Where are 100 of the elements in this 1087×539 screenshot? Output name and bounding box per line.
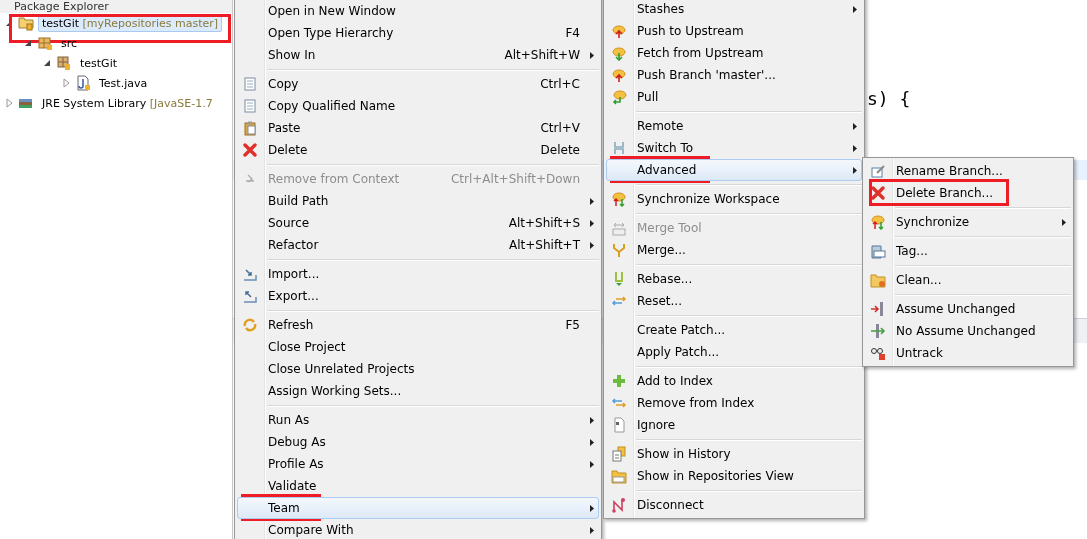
submenu-arrow-icon: [853, 122, 857, 130]
menu-item[interactable]: Delete Branch...: [865, 182, 1071, 204]
menu-item[interactable]: Open Type Hierarchy F4: [237, 22, 599, 44]
menu-item[interactable]: Rename Branch...: [865, 160, 1071, 182]
menu-item[interactable]: Pull: [606, 86, 862, 108]
cloud-down-icon: [611, 45, 627, 61]
export-icon: [242, 288, 258, 304]
menu-item[interactable]: Ignore: [606, 414, 862, 436]
menu-item[interactable]: Synchronize Workspace: [606, 188, 862, 210]
switch-icon: [611, 140, 627, 156]
tree-item[interactable]: Test.java: [95, 74, 152, 92]
clipboard-icon: [242, 120, 258, 136]
menu-item[interactable]: Debug As: [237, 431, 599, 453]
cross-icon: [242, 142, 258, 158]
menu-item[interactable]: Untrack: [865, 342, 1071, 364]
menu-item[interactable]: Paste Ctrl+V: [237, 117, 599, 139]
menu-item[interactable]: Merge...: [606, 239, 862, 261]
menu-item[interactable]: Export...: [237, 285, 599, 307]
tag-icon: [870, 243, 886, 259]
menu-item[interactable]: Show in Repositories View: [606, 465, 862, 487]
collapse-arrow-icon[interactable]: [23, 38, 33, 48]
package-icon: [56, 55, 72, 71]
sync-icon: [611, 191, 627, 207]
code-text: s) {: [867, 88, 911, 109]
cross-icon: [870, 185, 886, 201]
menu-item[interactable]: Add to Index: [606, 370, 862, 392]
folder-icon: [870, 272, 886, 288]
menu-item[interactable]: Rebase...: [606, 268, 862, 290]
arrow-bar-icon: [870, 301, 886, 317]
git-folder-icon: [611, 468, 627, 484]
menu-item[interactable]: Push to Upstream: [606, 20, 862, 42]
merge-icon: [611, 242, 627, 258]
submenu-arrow-icon: [853, 144, 857, 152]
menu-item[interactable]: Show in History: [606, 443, 862, 465]
submenu-arrow-icon: [590, 416, 594, 424]
glasses-icon: [870, 345, 886, 361]
menu-item[interactable]: Disconnect: [606, 494, 862, 516]
submenu-arrow-icon: [853, 5, 857, 13]
menu-item[interactable]: Apply Patch...: [606, 341, 862, 363]
menu-item[interactable]: Reset...: [606, 290, 862, 312]
tree-item[interactable]: JRE System Library [JavaSE-1.7: [38, 94, 217, 112]
merge-tool-icon: [611, 220, 627, 236]
menu-item[interactable]: Validate: [237, 475, 599, 497]
menu-item[interactable]: Switch To: [606, 137, 862, 159]
package-folder-icon: [37, 35, 53, 51]
menu-item[interactable]: Team: [237, 497, 599, 519]
menu-item[interactable]: Assign Working Sets...: [237, 380, 599, 402]
submenu-arrow-icon: [590, 241, 594, 249]
expand-arrow-icon[interactable]: [61, 78, 71, 88]
tree-item[interactable]: testGit: [76, 54, 122, 72]
menu-item[interactable]: Refactor Alt+Shift+T: [237, 234, 599, 256]
menu-item[interactable]: Profile As: [237, 453, 599, 475]
menu-item[interactable]: Remove from Index: [606, 392, 862, 414]
menu-item[interactable]: Push Branch 'master'...: [606, 64, 862, 86]
menu-item[interactable]: Remote: [606, 115, 862, 137]
menu-item[interactable]: Clean...: [865, 269, 1071, 291]
menu-item[interactable]: Create Patch...: [606, 319, 862, 341]
menu-item[interactable]: Delete Delete: [237, 139, 599, 161]
sync-icon: [870, 214, 886, 230]
menu-item[interactable]: Assume Unchanged: [865, 298, 1071, 320]
menu-item[interactable]: Source Alt+Shift+S: [237, 212, 599, 234]
project-folder-icon: [18, 15, 34, 31]
submenu-arrow-icon: [590, 526, 594, 534]
expand-arrow-icon[interactable]: [4, 98, 14, 108]
submenu-arrow-icon: [853, 166, 857, 174]
disconnect-icon: [611, 497, 627, 513]
menu-item[interactable]: Stashes: [606, 0, 862, 20]
cloud-up-icon: [611, 23, 627, 39]
collapse-arrow-icon[interactable]: [42, 58, 52, 68]
menu-item[interactable]: Close Unrelated Projects: [237, 358, 599, 380]
menu-item[interactable]: Import...: [237, 263, 599, 285]
menu-item[interactable]: Fetch from Upstream: [606, 42, 862, 64]
import-icon: [242, 266, 258, 282]
cloud-up-icon: [611, 67, 627, 83]
menu-item[interactable]: Show In Alt+Shift+W: [237, 44, 599, 66]
menu-item[interactable]: No Assume Unchanged: [865, 320, 1071, 342]
history-icon: [611, 446, 627, 462]
plus-icon: [611, 373, 627, 389]
menu-item[interactable]: Open in New Window: [237, 0, 599, 22]
submenu-arrow-icon: [590, 197, 594, 205]
document-icon: [611, 417, 627, 433]
submenu-arrow-icon: [590, 438, 594, 446]
menu-item[interactable]: Close Project: [237, 336, 599, 358]
menu-item[interactable]: Copy Qualified Name: [237, 95, 599, 117]
menu-item[interactable]: Build Path: [237, 190, 599, 212]
document-icon: [242, 98, 258, 114]
submenu-arrow-icon: [590, 219, 594, 227]
pencil-icon: [870, 163, 886, 179]
submenu-arrow-icon: [1062, 218, 1066, 226]
menu-item[interactable]: Refresh F5: [237, 314, 599, 336]
menu-item[interactable]: Advanced: [606, 159, 862, 181]
cloud-arrow-icon: [611, 89, 627, 105]
submenu-arrow-icon: [590, 460, 594, 468]
menu-item[interactable]: Compare With: [237, 519, 599, 539]
menu-item[interactable]: Tag...: [865, 240, 1071, 262]
menu-item[interactable]: Run As: [237, 409, 599, 431]
arrow-bar-icon: [870, 323, 886, 339]
menu-item[interactable]: Synchronize: [865, 211, 1071, 233]
menu-item[interactable]: Copy Ctrl+C: [237, 73, 599, 95]
java-file-icon: [75, 75, 91, 91]
